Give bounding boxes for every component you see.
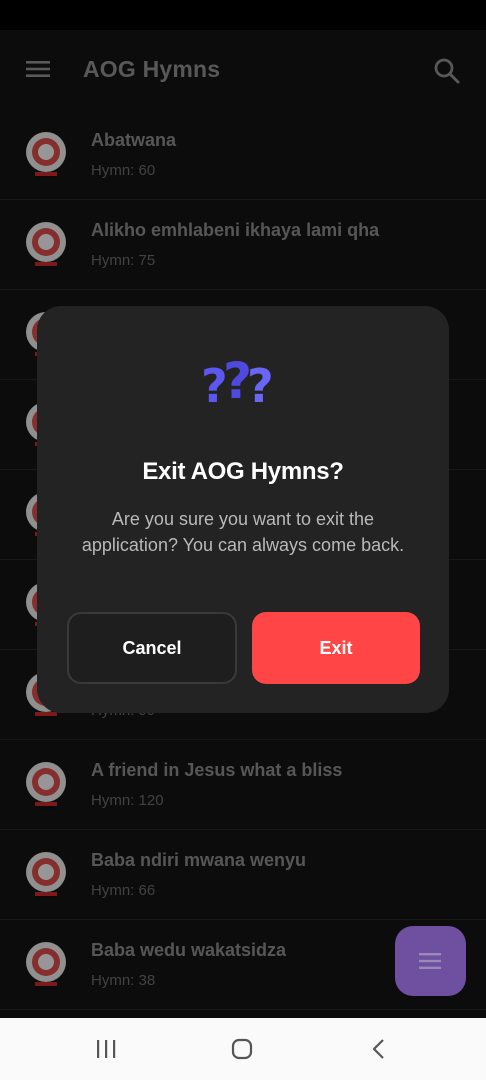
dialog-title: Exit AOG Hymns? <box>142 458 344 485</box>
back-icon[interactable] <box>369 1037 387 1061</box>
exit-dialog: ? ? ? Exit AOG Hymns? Are you sure you w… <box>37 306 449 713</box>
recent-apps-icon[interactable] <box>94 1038 118 1060</box>
menu-fab-button[interactable] <box>395 926 466 996</box>
question-marks-icon: ? ? ? <box>201 358 274 413</box>
exit-button[interactable]: Exit <box>252 612 420 684</box>
menu-lines-icon <box>419 953 441 969</box>
status-bar <box>0 0 486 30</box>
system-nav-bar <box>0 1018 486 1080</box>
cancel-button[interactable]: Cancel <box>67 612 237 684</box>
home-icon[interactable] <box>230 1037 254 1061</box>
svg-text:?: ? <box>247 359 274 413</box>
dialog-message: Are you sure you want to exit the applic… <box>81 509 405 555</box>
